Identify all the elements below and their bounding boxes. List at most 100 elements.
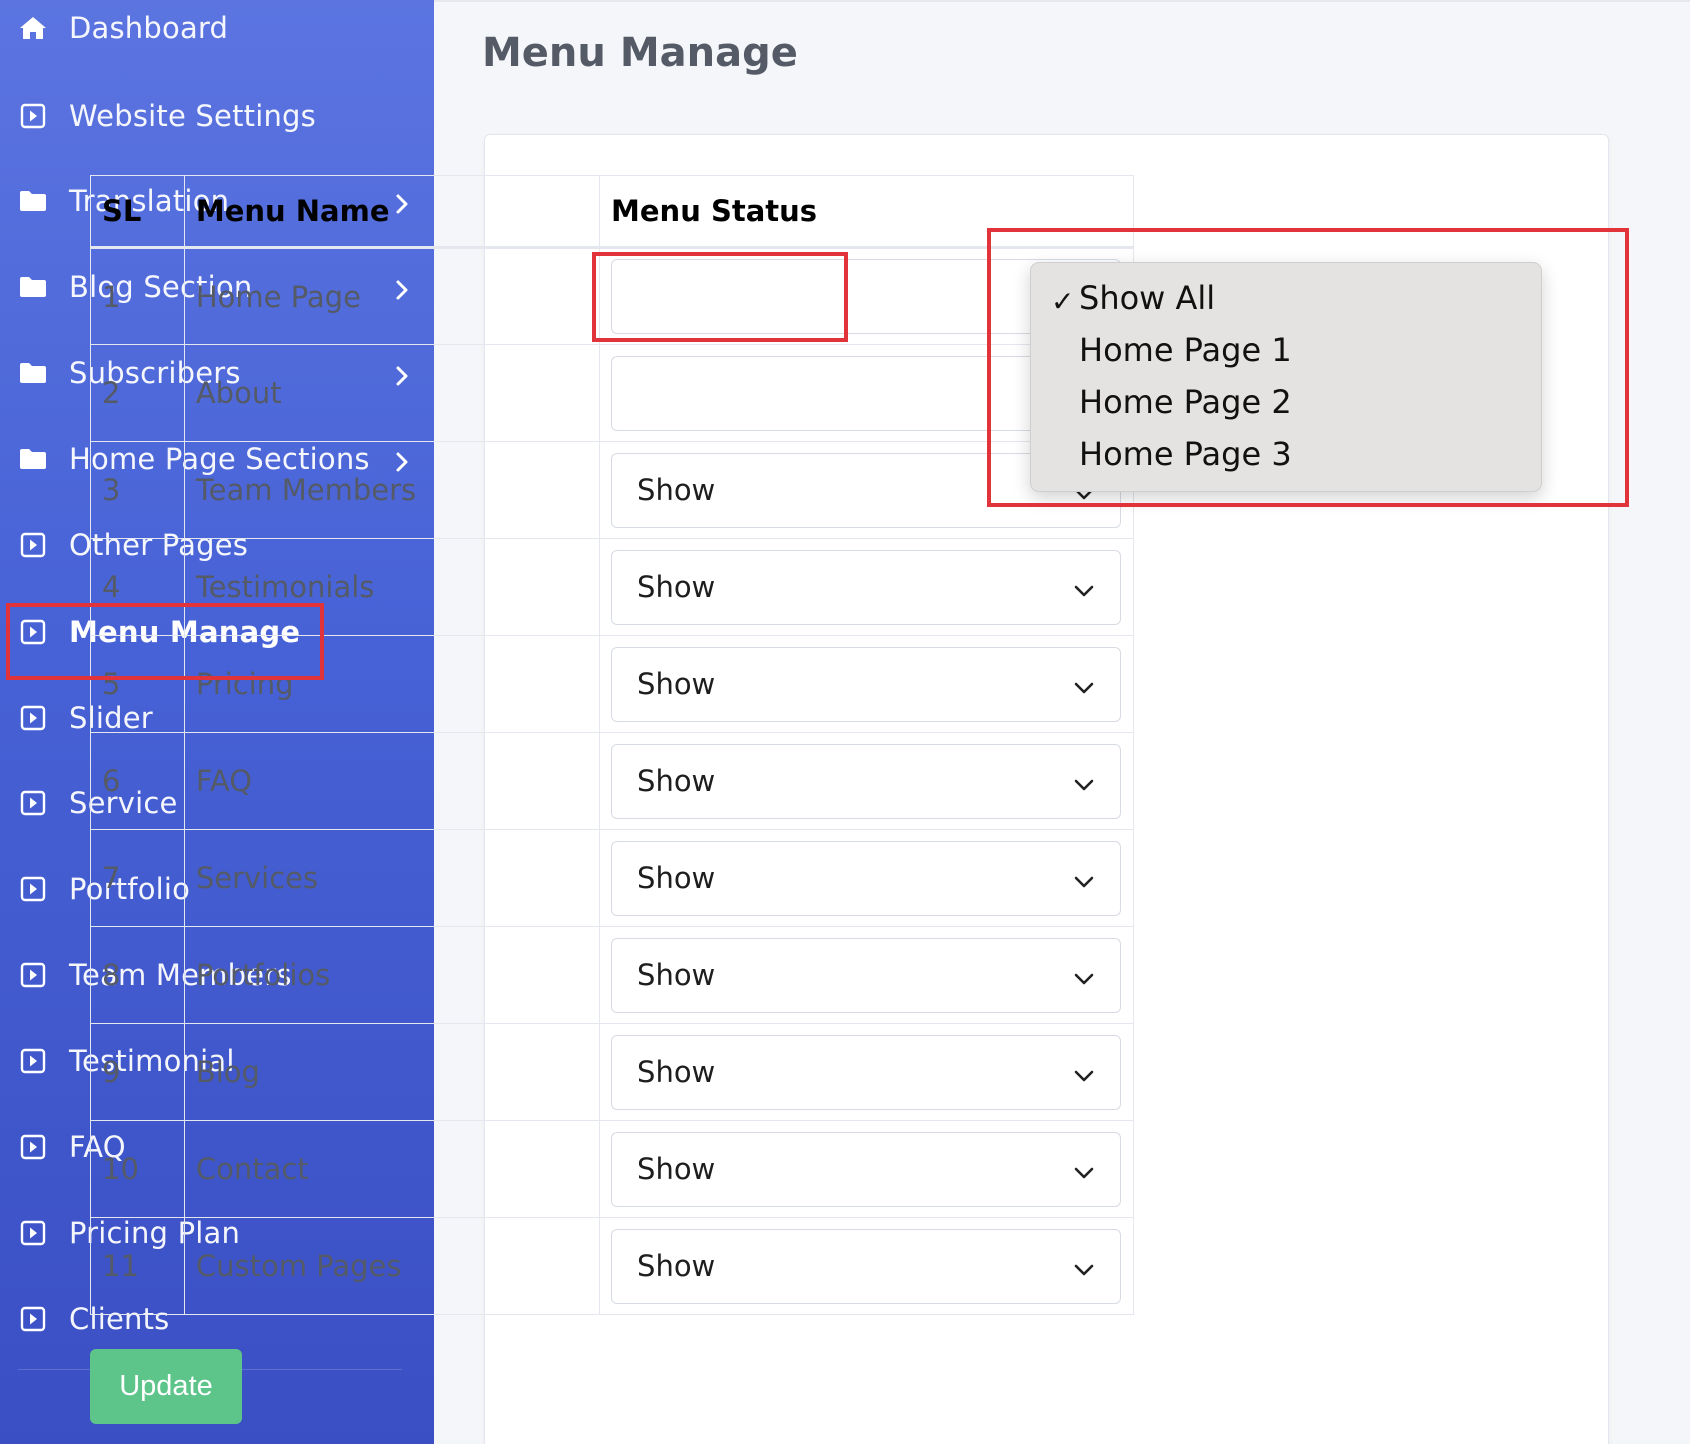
check-icon: ✓	[1051, 285, 1075, 318]
select-value: Show	[637, 861, 716, 895]
row-sl: 2	[90, 344, 185, 442]
caret-square-icon	[17, 1131, 49, 1163]
select-value: Show	[637, 1055, 716, 1089]
menu-status-select[interactable]: Show	[611, 1228, 1122, 1304]
select-value: Show	[637, 958, 716, 992]
select-value: Show	[637, 473, 716, 507]
menu-status-select[interactable]: Show	[611, 743, 1122, 819]
caret-square-icon	[17, 1217, 49, 1249]
dropdown-option-home-page-1[interactable]: Home Page 1	[1079, 331, 1292, 369]
row-menu-name: Blog	[183, 1023, 601, 1121]
dropdown-option-show-all[interactable]: Show All	[1079, 279, 1215, 317]
table-row: 3 Team Members Show	[90, 441, 1134, 539]
row-menu-status-cell: Show	[599, 635, 1134, 733]
select-value: Show	[637, 1152, 716, 1186]
select-value: Show	[637, 570, 716, 604]
table-row: 9 Blog Show	[90, 1023, 1134, 1121]
caret-square-icon	[17, 100, 49, 132]
chevron-down-icon	[1072, 1255, 1096, 1279]
row-sl: 10	[90, 1120, 185, 1218]
row-menu-name: Portfolios	[183, 926, 601, 1024]
row-sl: 1	[90, 247, 185, 345]
row-menu-status-cell: Show	[599, 926, 1134, 1024]
table-body: 1 Home Page 2 About 3 Team Members Show 4 Testim…	[90, 247, 1134, 1315]
row-sl: 3	[90, 441, 185, 539]
folder-icon	[17, 185, 49, 217]
menu-status-select[interactable]: Show	[611, 840, 1122, 916]
row-menu-status-cell: Show	[599, 1023, 1134, 1121]
sidebar-item-label: Website Settings	[69, 99, 316, 133]
table-row: 2 About	[90, 344, 1134, 442]
dropdown-option-home-page-2[interactable]: Home Page 2	[1079, 383, 1292, 421]
table-header-row: SL Menu Name Menu Status	[90, 175, 1134, 249]
column-header-menu-status: Menu Status	[599, 175, 1134, 249]
chevron-down-icon	[1072, 964, 1096, 988]
chevron-down-icon	[1072, 770, 1096, 794]
table-row: 7 Services Show	[90, 829, 1134, 927]
menu-status-select[interactable]: Show	[611, 646, 1122, 722]
chevron-down-icon	[1072, 1158, 1096, 1182]
menu-status-select[interactable]: Show	[611, 549, 1122, 625]
row-menu-status-cell: Show	[599, 732, 1134, 830]
caret-square-icon	[17, 1303, 49, 1335]
row-sl: 6	[90, 732, 185, 830]
table-row: 8 Portfolios Show	[90, 926, 1134, 1024]
caret-square-icon	[17, 702, 49, 734]
row-menu-name: Services	[183, 829, 601, 927]
chevron-down-icon	[1072, 673, 1096, 697]
menu-table: SL Menu Name Menu Status 1 Home Page 2 Abou…	[90, 175, 1134, 1315]
folder-icon	[17, 357, 49, 389]
row-menu-status-cell: Show	[599, 1217, 1134, 1315]
caret-square-icon	[17, 616, 49, 648]
row-menu-name: Testimonials	[183, 538, 601, 636]
column-header-sl: SL	[90, 175, 185, 249]
row-menu-name: FAQ	[183, 732, 601, 830]
select-value: Show	[637, 1249, 716, 1283]
table-row: 10 Contact Show	[90, 1120, 1134, 1218]
sidebar-item-dashboard[interactable]: Dashboard	[0, 0, 434, 58]
folder-icon	[17, 443, 49, 475]
top-divider	[434, 0, 1690, 2]
row-sl: 7	[90, 829, 185, 927]
chevron-down-icon	[1072, 1061, 1096, 1085]
chevron-down-icon	[1072, 576, 1096, 600]
dropdown-option-home-page-3[interactable]: Home Page 3	[1079, 435, 1292, 473]
update-button[interactable]: Update	[90, 1349, 242, 1424]
row-menu-name: Pricing	[183, 635, 601, 733]
menu-status-select[interactable]: Show	[611, 1034, 1122, 1110]
sidebar-item-label: Dashboard	[69, 11, 229, 45]
select-value: Show	[637, 764, 716, 798]
table-row: 5 Pricing Show	[90, 635, 1134, 733]
row-sl: 9	[90, 1023, 185, 1121]
table-row: 6 FAQ Show	[90, 732, 1134, 830]
table-row: 11 Custom Pages Show	[90, 1217, 1134, 1315]
caret-square-icon	[17, 873, 49, 905]
chevron-down-icon	[1072, 867, 1096, 891]
row-menu-name: Home Page	[183, 247, 601, 345]
caret-square-icon	[17, 1045, 49, 1077]
row-sl: 5	[90, 635, 185, 733]
table-row: 4 Testimonials Show	[90, 538, 1134, 636]
menu-status-dropdown: ✓ Show All Home Page 1 Home Page 2 Home Pag…	[1030, 262, 1542, 492]
row-menu-name: Contact	[183, 1120, 601, 1218]
page-title: Menu Manage	[482, 30, 798, 76]
row-menu-status-cell: Show	[599, 538, 1134, 636]
caret-square-icon	[17, 787, 49, 819]
menu-status-select[interactable]: Show	[611, 1131, 1122, 1207]
caret-square-icon	[17, 529, 49, 561]
caret-square-icon	[17, 959, 49, 991]
home-icon	[17, 12, 49, 44]
column-header-menu-name: Menu Name	[183, 175, 601, 249]
sidebar-item-website-settings[interactable]: Website Settings	[0, 86, 434, 146]
row-menu-name: About	[183, 344, 601, 442]
menu-status-select[interactable]: Show	[611, 937, 1122, 1013]
select-value: Show	[637, 667, 716, 701]
row-sl: 4	[90, 538, 185, 636]
row-menu-status-cell: Show	[599, 1120, 1134, 1218]
row-menu-name: Team Members	[183, 441, 601, 539]
row-sl: 11	[90, 1217, 185, 1315]
row-menu-status-cell: Show	[599, 829, 1134, 927]
row-menu-name: Custom Pages	[183, 1217, 601, 1315]
folder-icon	[17, 271, 49, 303]
table-row: 1 Home Page	[90, 247, 1134, 345]
